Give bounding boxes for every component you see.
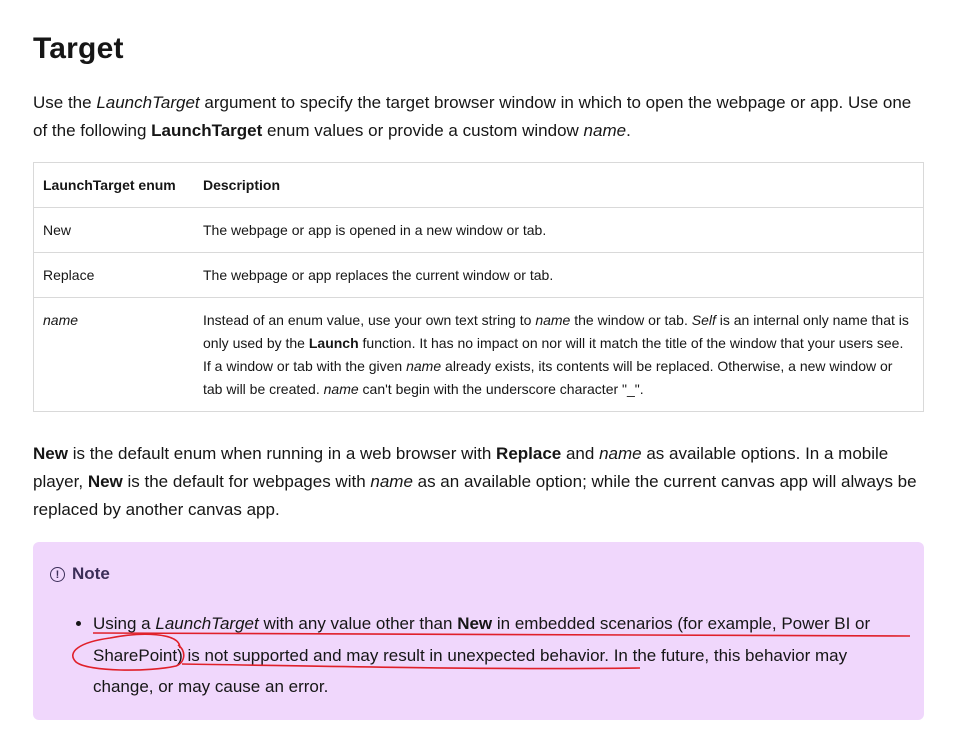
table-header-row: LaunchTarget enum Description (33, 162, 924, 208)
column-header: Description (194, 162, 924, 208)
description-cell: The webpage or app replaces the current … (194, 252, 924, 298)
list-item: Using a LaunchTarget with any value othe… (93, 608, 893, 703)
enum-cell: name (33, 297, 194, 412)
launch-target-table: LaunchTarget enum Description New The we… (33, 162, 924, 412)
info-icon: ! (50, 566, 65, 582)
description-cell: The webpage or app is opened in a new wi… (194, 207, 924, 253)
note-callout: ! Note Using a LaunchTarget with any val… (33, 542, 924, 720)
page-title: Target (33, 32, 124, 65)
table-row: Replace The webpage or app replaces the … (33, 252, 924, 298)
table-row: New The webpage or app is opened in a ne… (33, 207, 924, 253)
table-row: name Instead of an enum value, use your … (33, 297, 924, 412)
note-title: ! Note (50, 564, 110, 584)
description-cell: Instead of an enum value, use your own t… (194, 297, 924, 412)
default-behavior-paragraph: New is the default enum when running in … (33, 444, 917, 519)
enum-cell: Replace (33, 252, 194, 298)
column-header: LaunchTarget enum (33, 162, 194, 208)
enum-cell: New (33, 207, 194, 253)
intro-paragraph: Use the LaunchTarget argument to specify… (33, 93, 912, 140)
note-list: Using a LaunchTarget with any value othe… (69, 608, 893, 703)
